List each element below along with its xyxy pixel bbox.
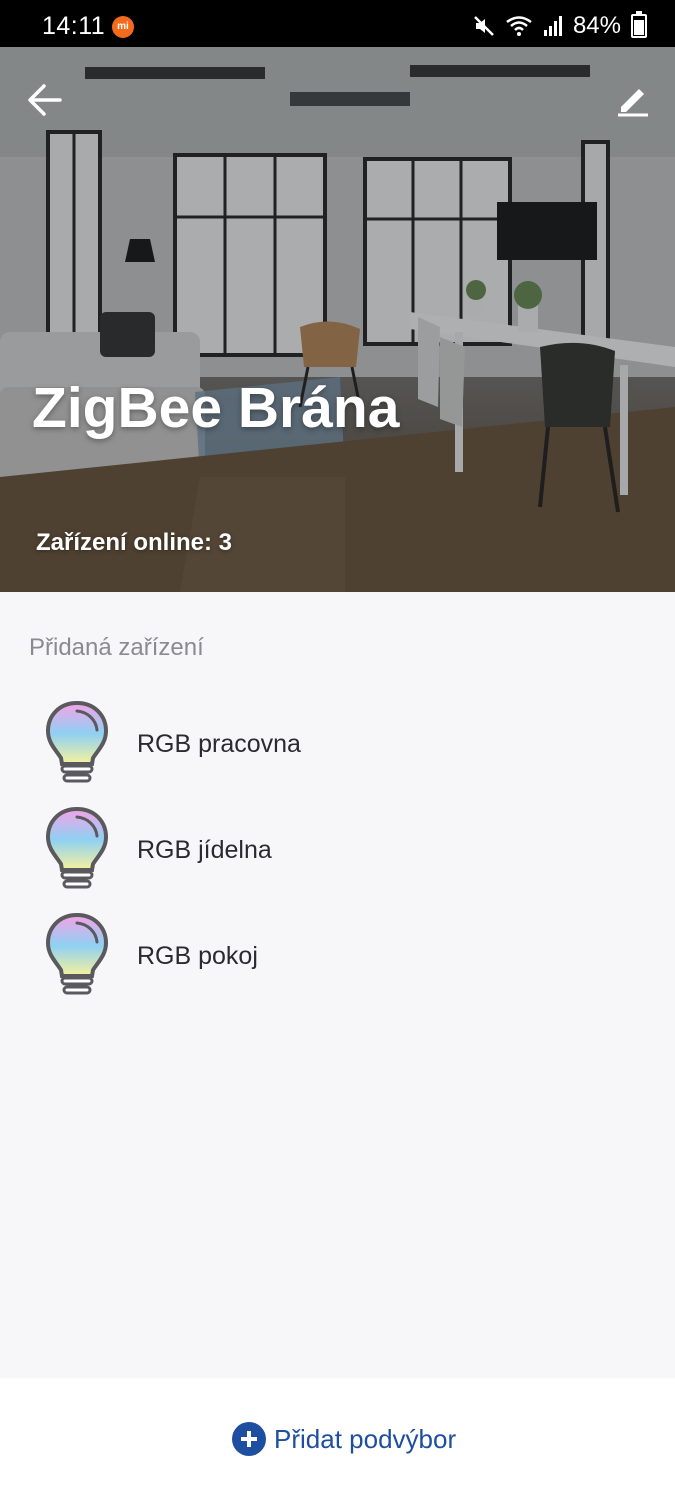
mute-icon — [474, 16, 494, 36]
page-title: ZigBee Brána — [32, 376, 400, 440]
back-button[interactable] — [22, 77, 68, 123]
rgb-bulb-icon — [45, 806, 109, 889]
status-icons: 84% — [473, 11, 647, 40]
mi-notification-icon: mi — [112, 16, 134, 38]
signal-icon — [543, 16, 562, 36]
bottom-bar: Přidat podvýbor — [0, 1378, 675, 1500]
section-label: Přidaná zařízení — [29, 634, 204, 661]
pencil-icon — [618, 89, 648, 117]
device-name: RGB jídelna — [137, 836, 272, 864]
list-item[interactable]: RGB jídelna — [0, 796, 675, 902]
rgb-bulb-icon — [45, 700, 109, 783]
device-name: RGB pracovna — [137, 730, 301, 758]
hero-header: ZigBee Brána Zařízení online: 3 — [0, 47, 675, 592]
rgb-bulb-icon — [45, 912, 109, 995]
list-item[interactable]: RGB pokoj — [0, 902, 675, 1008]
battery-percent: 84% — [572, 12, 621, 39]
arrow-left-icon — [28, 84, 62, 116]
add-subgroup-label: Přidat podvýbor — [274, 1423, 457, 1454]
status-time: 14:11 — [42, 12, 106, 40]
plus-circle-icon — [232, 1422, 266, 1456]
device-list: RGB pracovna RGB jídelna RGB pokoj — [0, 690, 675, 1008]
battery-icon — [631, 11, 647, 38]
edit-button[interactable] — [609, 77, 655, 123]
add-subgroup-button[interactable]: Přidat podvýbor — [232, 1422, 456, 1456]
status-bar: 14:11 mi 84% — [0, 0, 675, 47]
device-name: RGB pokoj — [137, 942, 258, 970]
online-count: Zařízení online: 3 — [36, 529, 233, 556]
wifi-icon — [506, 16, 532, 36]
list-item[interactable]: RGB pracovna — [0, 690, 675, 796]
